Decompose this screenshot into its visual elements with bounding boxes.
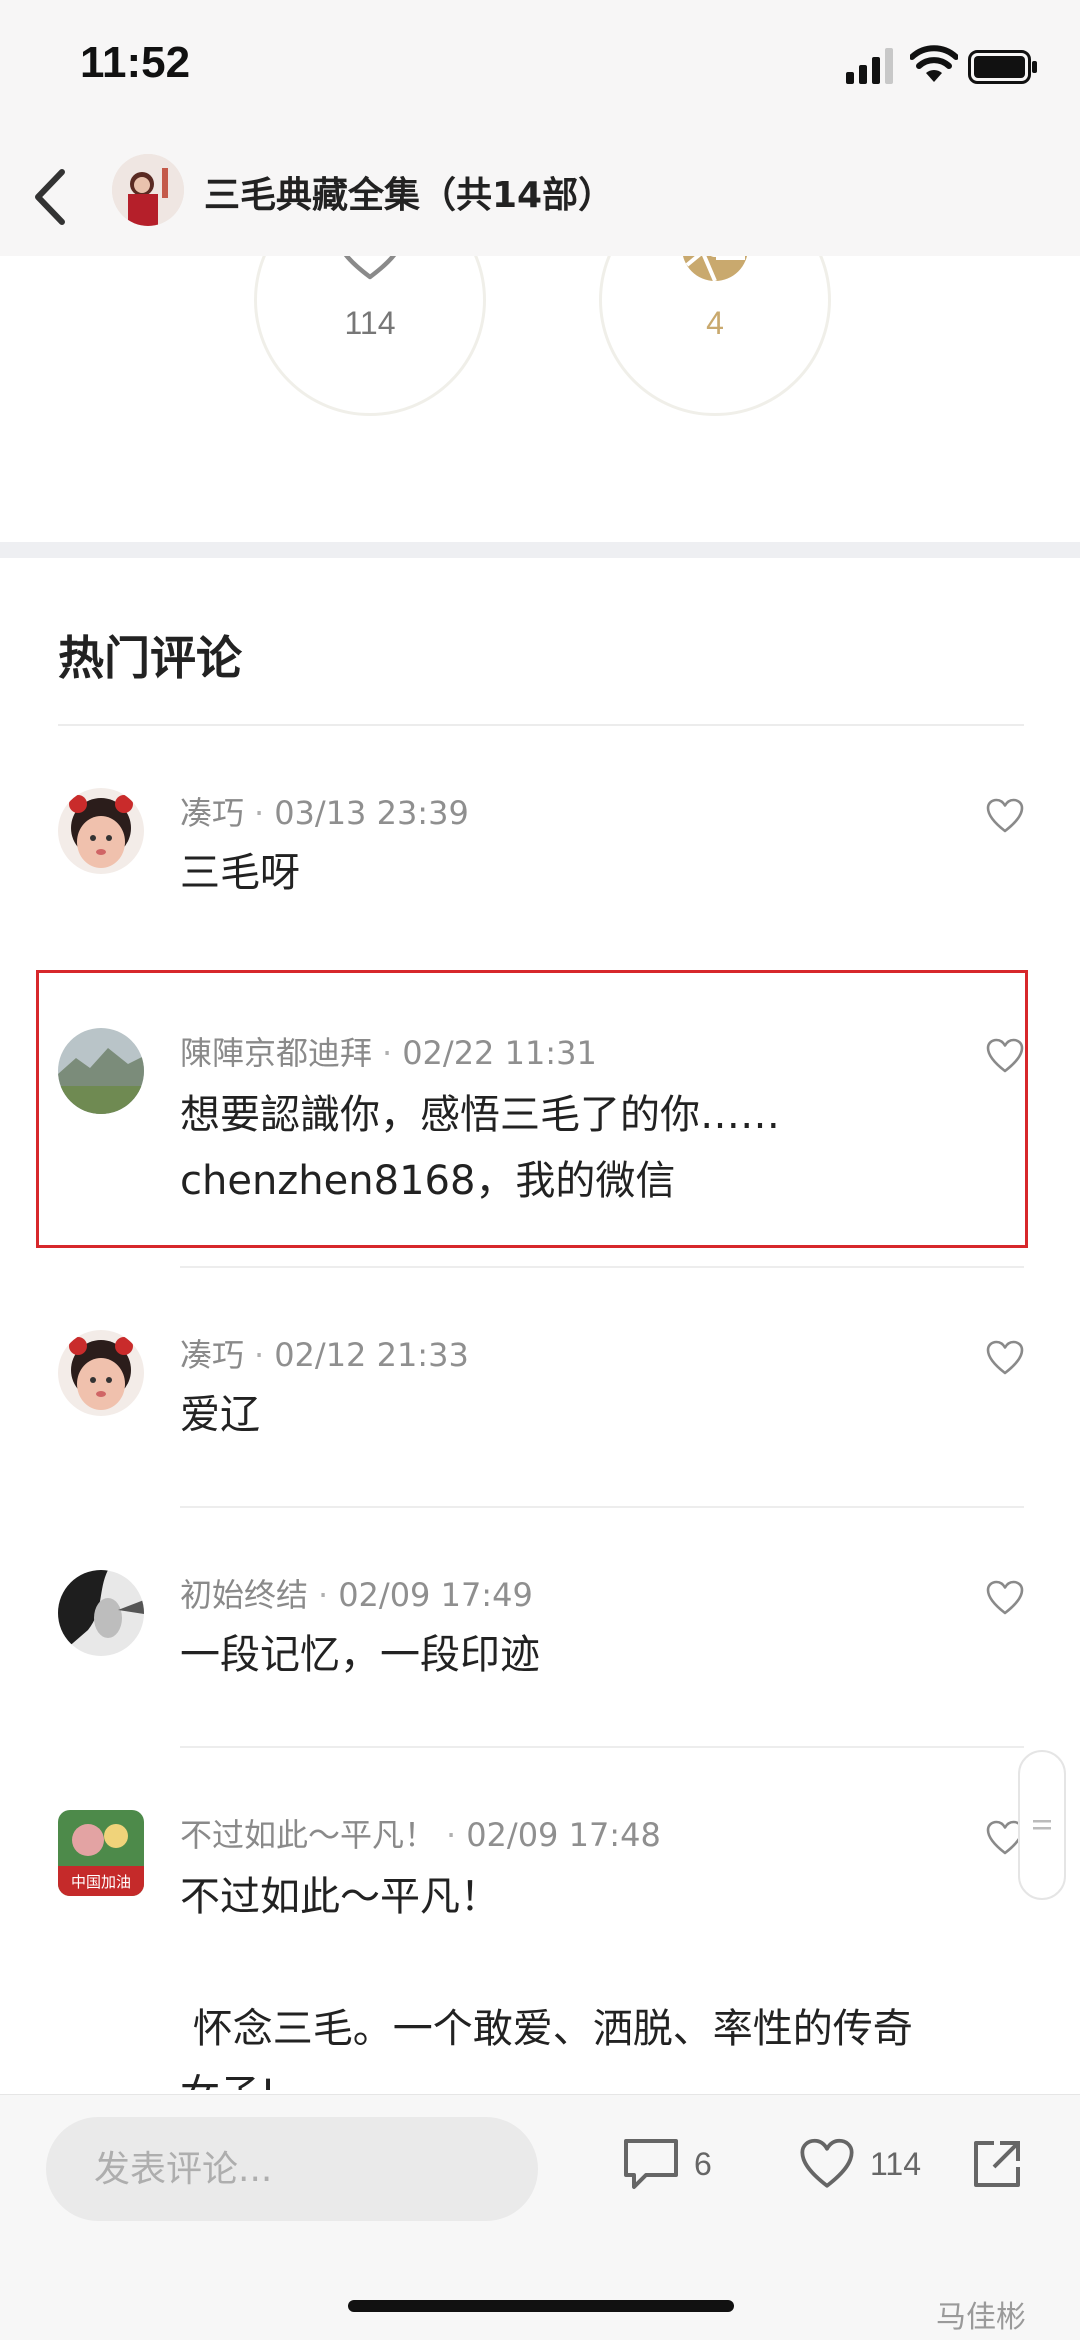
comment-time: 02/09 17:48 <box>466 1816 661 1854</box>
avatar-image <box>58 1570 144 1656</box>
comments-button[interactable]: 6 <box>622 2137 712 2191</box>
highlight-annotation-box <box>36 970 1028 1248</box>
menu-lines-icon <box>1033 1820 1051 1830</box>
avatar-image <box>58 788 144 874</box>
avatar-image: 中国加油 <box>58 1810 144 1896</box>
avatar[interactable] <box>58 1570 144 1656</box>
comment-meta: 不过如此～平凡！ · 02/09 17:48 <box>180 1816 661 1854</box>
comment-bubble-icon <box>624 2139 678 2189</box>
heart-icon[interactable] <box>985 1338 1025 1378</box>
home-indicator <box>348 2300 734 2312</box>
comment-count: 6 <box>694 2145 712 2182</box>
avatar-caption: 中国加油 <box>71 1873 131 1891</box>
comment-username[interactable]: 凑巧 <box>180 794 244 832</box>
like-count-bottom: 114 <box>870 2145 922 2182</box>
comment-time: 03/13 23:39 <box>274 794 469 832</box>
heart-icon[interactable] <box>985 796 1025 836</box>
like-count: 114 <box>344 305 396 341</box>
heart-icon[interactable] <box>985 1578 1025 1618</box>
like-button[interactable]: 114 <box>798 2137 921 2191</box>
divider <box>180 1506 1024 1508</box>
chevron-left-icon <box>35 169 65 225</box>
avatar-image <box>58 1330 144 1416</box>
hot-comments-title: 热门评论 <box>58 631 242 685</box>
comment-username[interactable]: 初始终结 <box>180 1576 308 1614</box>
battery-icon <box>968 50 1037 84</box>
side-scroll-handle[interactable] <box>1018 1750 1066 1900</box>
comment-username[interactable]: 凑巧 <box>180 1336 244 1374</box>
heart-icon <box>800 2138 854 2188</box>
share-icon <box>974 2141 1020 2187</box>
avatar[interactable]: 中国加油 <box>58 1810 144 1896</box>
comment-time: 02/09 17:49 <box>338 1576 533 1614</box>
comment-input[interactable] <box>46 2117 538 2221</box>
avatar[interactable] <box>58 1330 144 1416</box>
share-button[interactable] <box>970 2137 1024 2191</box>
watermark: 马佳彬 <box>936 2300 1026 2335</box>
comment-body: 爱辽 <box>180 1392 260 1438</box>
avatar[interactable] <box>58 788 144 874</box>
back-button[interactable] <box>20 162 80 232</box>
comment-body: 不过如此～平凡！ 怀念三毛。一个敢爱、洒脱、率性的传奇 女子! <box>180 1874 913 2090</box>
book-cover-avatar[interactable] <box>112 154 184 226</box>
like-stat-button[interactable]: 114 <box>254 256 486 416</box>
reward-count: 4 <box>706 305 724 341</box>
cellular-signal-icon <box>846 48 893 84</box>
section-divider <box>0 542 1080 558</box>
comment-meta: 凑巧 · 03/13 23:39 <box>180 794 469 832</box>
divider <box>58 724 1024 726</box>
wifi-icon <box>910 45 958 82</box>
comment-body: 一段记忆，一段印迹 <box>180 1632 540 1678</box>
divider <box>180 1746 1024 1748</box>
heart-icon <box>343 256 397 280</box>
reward-stat-button[interactable]: 4 <box>599 256 831 416</box>
divider <box>180 1266 1024 1268</box>
status-time: 11:52 <box>80 38 191 87</box>
nav-bar: 三毛典藏全集（共14部） <box>0 140 1080 257</box>
status-bar: 11:52 <box>0 0 1080 140</box>
comment-time: 02/12 21:33 <box>274 1336 469 1374</box>
book-title: 三毛典藏全集（共14部） <box>204 175 615 216</box>
comment-username[interactable]: 不过如此～平凡！ <box>180 1816 436 1854</box>
comment-meta: 凑巧 · 02/12 21:33 <box>180 1336 469 1374</box>
book-cover-image <box>112 154 184 226</box>
comment-meta: 初始终结 · 02/09 17:49 <box>180 1576 533 1614</box>
aperture-icon <box>682 256 748 282</box>
stats-section: 114 4 <box>0 256 1080 542</box>
comment-body: 三毛呀 <box>180 850 300 896</box>
